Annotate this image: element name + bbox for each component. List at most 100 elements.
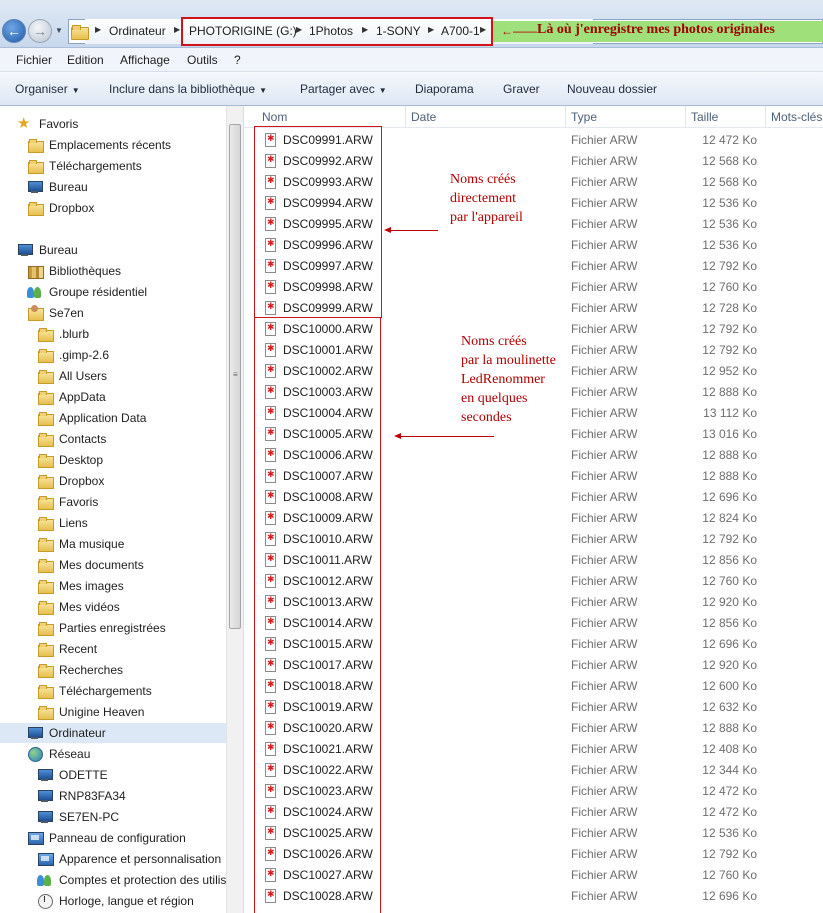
sidebar-item[interactable]: Bureau xyxy=(17,240,78,260)
sidebar-item[interactable]: .gimp-2.6 xyxy=(37,345,109,365)
folder-icon xyxy=(37,410,54,426)
sidebar-item[interactable]: Ordinateur xyxy=(0,723,226,743)
sidebar-item[interactable]: Contacts xyxy=(37,429,106,449)
menu-help[interactable]: ? xyxy=(234,53,241,67)
sidebar-item[interactable]: Bibliothèques xyxy=(27,261,121,281)
organise-label: Organiser xyxy=(15,82,68,96)
sidebar-item-label: Contacts xyxy=(59,432,107,446)
sidebar-item[interactable]: Réseau xyxy=(27,744,90,764)
globe-icon xyxy=(27,746,43,762)
sidebar-item[interactable]: Comptes et protection des utilis xyxy=(37,870,226,890)
chevron-right-icon[interactable]: ▶ xyxy=(95,25,101,34)
menu-affichage[interactable]: Affichage xyxy=(120,53,170,67)
slideshow-button[interactable]: Diaporama xyxy=(415,82,474,96)
sidebar-item[interactable]: Desktop xyxy=(37,450,103,470)
folder-icon xyxy=(37,473,54,489)
sidebar-item[interactable]: Favoris xyxy=(37,492,98,512)
sidebar-item[interactable]: Dropbox xyxy=(37,471,104,491)
sidebar-item-label: Application Data xyxy=(59,411,147,425)
file-size: 12 568 Ko xyxy=(702,154,757,168)
annotation-renamer-text: Noms créés par la moulinette LedRenommer… xyxy=(461,332,556,427)
sidebar-item[interactable]: .blurb xyxy=(37,324,89,344)
forward-button[interactable]: → xyxy=(28,19,52,43)
group-icon xyxy=(37,872,53,888)
file-size: 12 696 Ko xyxy=(702,889,757,903)
monitor-icon xyxy=(17,242,33,258)
sidebar-item[interactable]: Recent xyxy=(37,639,97,659)
sidebar-item-label: Bureau xyxy=(39,243,78,257)
annotation-line: par l'appareil xyxy=(450,210,523,225)
chevron-down-icon: ▼ xyxy=(71,86,80,95)
folder-icon xyxy=(37,389,54,405)
folder-icon xyxy=(37,641,54,657)
file-size: 12 760 Ko xyxy=(702,574,757,588)
annotation-line: Noms créés xyxy=(450,172,516,187)
sidebar-item[interactable]: Dropbox xyxy=(27,198,94,218)
command-bar: Organiser ▼ Inclure dans la bibliothèque ▼… xyxy=(0,72,823,106)
sidebar-item[interactable]: Favoris xyxy=(17,114,78,134)
recent-pages-button[interactable]: ▼ xyxy=(55,26,65,36)
sidebar-item[interactable]: Groupe résidentiel xyxy=(27,282,147,302)
menu-fichier[interactable]: Fichier xyxy=(16,53,52,67)
sidebar-item-label: SE7EN-PC xyxy=(59,810,120,824)
column-type[interactable]: Type xyxy=(571,110,597,124)
column-divider[interactable] xyxy=(765,106,766,128)
sidebar-item[interactable]: Mes documents xyxy=(37,555,144,575)
chevron-right-icon[interactable]: ▶ xyxy=(174,25,180,34)
sidebar-item[interactable]: Unigine Heaven xyxy=(37,702,144,722)
column-divider[interactable] xyxy=(565,106,566,128)
sidebar-item[interactable]: ODETTE xyxy=(37,765,108,785)
organise-button[interactable]: Organiser ▼ xyxy=(15,82,80,96)
sidebar-item[interactable]: Apparence et personnalisation xyxy=(37,849,221,869)
menu-outils[interactable]: Outils xyxy=(187,53,218,67)
sidebar-item[interactable]: AppData xyxy=(37,387,106,407)
file-type: Fichier ARW xyxy=(571,385,638,399)
file-type: Fichier ARW xyxy=(571,868,638,882)
column-size[interactable]: Taille xyxy=(691,110,718,124)
sidebar-item[interactable]: Mes images xyxy=(37,576,124,596)
file-type: Fichier ARW xyxy=(571,469,638,483)
sidebar-item[interactable]: Parties enregistrées xyxy=(37,618,166,638)
sidebar-item[interactable]: SE7EN-PC xyxy=(37,807,119,827)
sidebar-item-label: Mes images xyxy=(59,579,124,593)
breadcrumb[interactable]: ▶ Ordinateur ▶ PHOTORIGINE (G:) ▶ 1Photo… xyxy=(68,17,823,46)
sidebar-item-label: Dropbox xyxy=(49,201,95,215)
file-size: 12 632 Ko xyxy=(702,700,757,714)
breadcrumb-item[interactable]: Ordinateur xyxy=(109,24,166,38)
folder-icon xyxy=(37,683,54,699)
sidebar-item[interactable]: Bureau xyxy=(27,177,88,197)
sidebar-item[interactable]: Emplacements récents xyxy=(27,135,171,155)
scrollbar-thumb[interactable]: ≡ xyxy=(229,124,241,629)
sidebar-item[interactable]: Mes vidéos xyxy=(37,597,120,617)
sidebar-item[interactable]: Téléchargements xyxy=(27,156,142,176)
file-size: 12 696 Ko xyxy=(702,490,757,504)
column-name[interactable]: Nom xyxy=(262,110,287,124)
sidebar-scrollbar[interactable]: ≡ xyxy=(226,106,243,913)
folder-icon xyxy=(27,200,44,216)
sidebar-item[interactable]: Horloge, langue et région xyxy=(37,891,194,911)
sidebar-item[interactable]: Application Data xyxy=(37,408,146,428)
sidebar-item[interactable]: Ma musique xyxy=(37,534,124,554)
back-button[interactable]: ← xyxy=(2,19,26,43)
sidebar-item[interactable]: RNP83FA34 xyxy=(37,786,126,806)
share-button[interactable]: Partager avec ▼ xyxy=(300,82,387,96)
column-divider[interactable] xyxy=(685,106,686,128)
sidebar-item-label: Mes vidéos xyxy=(59,600,120,614)
column-divider[interactable] xyxy=(405,106,406,128)
include-library-button[interactable]: Inclure dans la bibliothèque ▼ xyxy=(109,82,267,96)
new-folder-button[interactable]: Nouveau dossier xyxy=(567,82,657,96)
sidebar-item[interactable]: Se7en xyxy=(27,303,84,323)
sidebar-item-label: Dropbox xyxy=(59,474,105,488)
sidebar-item-label: Bibliothèques xyxy=(49,264,122,278)
share-label: Partager avec xyxy=(300,82,375,96)
menu-edition[interactable]: Edition xyxy=(67,53,104,67)
column-keywords[interactable]: Mots-clés xyxy=(771,110,822,124)
sidebar-item[interactable]: Liens xyxy=(37,513,88,533)
burn-button[interactable]: Graver xyxy=(503,82,540,96)
file-type: Fichier ARW xyxy=(571,742,638,756)
sidebar-item[interactable]: All Users xyxy=(37,366,107,386)
sidebar-item[interactable]: Recherches xyxy=(37,660,123,680)
column-date[interactable]: Date xyxy=(411,110,436,124)
sidebar-item[interactable]: Panneau de configuration xyxy=(27,828,186,848)
sidebar-item[interactable]: Téléchargements xyxy=(37,681,152,701)
